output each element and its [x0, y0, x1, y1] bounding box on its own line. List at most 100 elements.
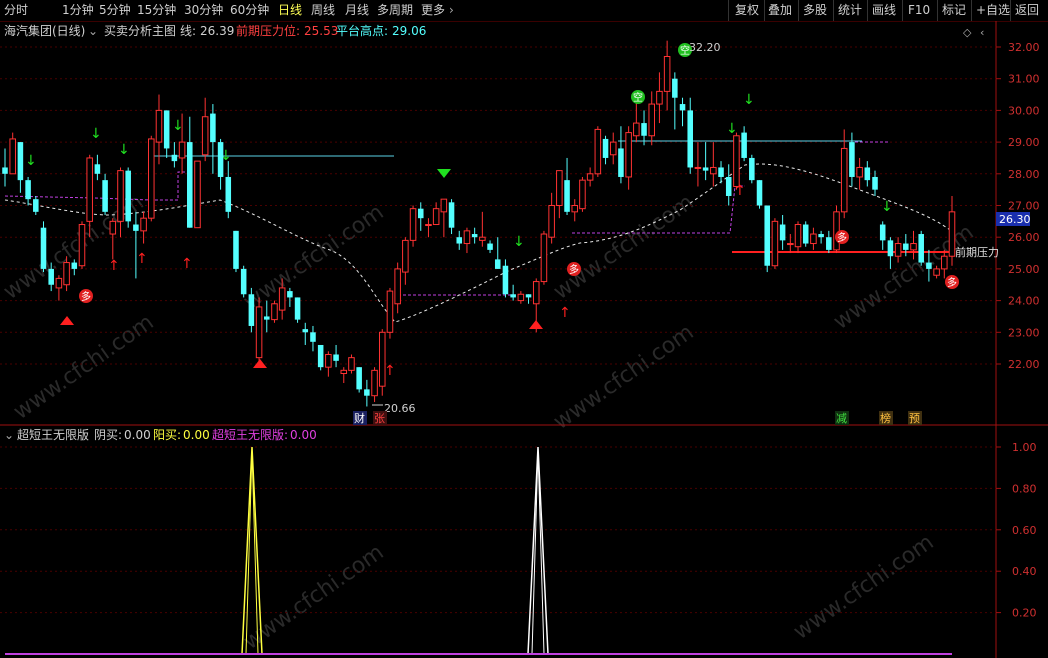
price-tick-label: 30.00 [1008, 104, 1040, 117]
diamond-icon[interactable]: ◇ [963, 26, 972, 39]
candle [155, 94, 163, 165]
candle [802, 221, 809, 247]
price-tick-label: 23.00 [1008, 326, 1040, 339]
candle [733, 132, 740, 190]
price-tick-label: 26.00 [1008, 231, 1040, 244]
candle [833, 205, 840, 254]
signal-markers: ↓ ↓ ↓ ↓ ↓ ↓ ↓ ↓ ↓ ↑ ↑ ↑ ↑ ↑ ↑ 多 多 多 多 空 [25, 43, 959, 379]
candle-body [310, 332, 316, 342]
finance-badge[interactable]: 财 [354, 411, 365, 425]
candle [333, 344, 339, 368]
candle-body [178, 141, 186, 159]
duo-badge-text: 多 [569, 263, 579, 276]
candle-body [471, 234, 478, 238]
candle-body [933, 268, 940, 276]
candle [2, 148, 8, 187]
candle [356, 367, 362, 393]
candle-body [771, 220, 779, 267]
duo-badge: 多 [945, 275, 959, 289]
sub-tick-label: 0.60 [1012, 524, 1037, 537]
down-arrow-icon: ↓ [743, 92, 755, 108]
candle-body [564, 180, 570, 212]
candle-body [255, 306, 263, 359]
down-triangle-icon [437, 169, 451, 178]
candle [463, 227, 471, 254]
candle-body [155, 109, 163, 143]
candle [502, 259, 509, 298]
candle [125, 167, 131, 228]
candle [294, 297, 301, 323]
candle [448, 199, 455, 235]
candle-body [55, 277, 63, 289]
down-arrow-icon: ↓ [513, 234, 525, 250]
candle-body [525, 294, 532, 298]
candle [171, 142, 178, 168]
candle-body [133, 224, 139, 231]
candle-body [571, 205, 579, 213]
kline-chart[interactable]: www.cfchi.com www.cfchi.com www.cfchi.co… [0, 0, 1048, 658]
candle-body [325, 353, 332, 368]
down-arrow-icon: ↓ [172, 118, 184, 134]
candle-body [2, 167, 8, 174]
candle-body [448, 202, 455, 228]
support-dashes [4, 141, 888, 296]
candle [494, 237, 501, 269]
candle [102, 173, 108, 216]
current-price-label: 26.30 [999, 213, 1031, 226]
up-triangle-icon [60, 316, 74, 325]
candle-body [264, 316, 270, 320]
duo-badge: 多 [567, 262, 581, 276]
candle [217, 138, 224, 190]
candle [310, 325, 316, 352]
candle-body [386, 290, 394, 333]
candle-body [302, 329, 309, 333]
candle [302, 322, 309, 345]
candle [579, 176, 586, 212]
candle-body [849, 142, 855, 177]
candle-body [656, 90, 663, 105]
candle-body [510, 294, 516, 298]
candle [818, 230, 824, 244]
price-tick-label: 32.00 [1008, 41, 1040, 54]
candle-body [872, 176, 878, 190]
candle [525, 294, 532, 304]
sub-tick-label: 0.20 [1012, 607, 1037, 620]
candle-body [233, 230, 239, 269]
candle-body [333, 354, 339, 361]
forecast-badge[interactable]: 预 [909, 412, 920, 425]
candle [394, 262, 401, 314]
candle-body [918, 234, 924, 263]
candle [78, 221, 86, 269]
candle-body [887, 240, 894, 257]
chevron-left-icon[interactable]: ‹ [980, 26, 984, 39]
candle [948, 195, 956, 266]
candle [771, 218, 779, 269]
reduce-badge[interactable]: 减 [836, 412, 847, 425]
candle-body [764, 205, 770, 266]
candle-body [618, 148, 624, 177]
candle-body [394, 268, 401, 305]
candle-body [148, 138, 155, 219]
candle [287, 287, 293, 307]
candle [94, 154, 101, 181]
down-arrow-icon: ↓ [118, 142, 130, 158]
candle-body [294, 297, 301, 320]
low-price-label: 20.66 [384, 402, 416, 415]
candle-body [63, 262, 70, 286]
candle [725, 164, 732, 206]
candle-body [71, 262, 78, 269]
kong-badge-text: 空 [633, 91, 643, 104]
candle-body [440, 198, 448, 213]
candle [764, 205, 770, 273]
candle-body [9, 138, 16, 175]
high-price-label: 32.20 [689, 41, 721, 54]
candle-body [140, 217, 147, 232]
candle [556, 170, 563, 219]
candle [40, 221, 47, 273]
rise-badge[interactable]: 张 [374, 412, 385, 425]
ranking-badge[interactable]: 榜 [880, 411, 891, 425]
candle [402, 237, 409, 285]
duo-badge-text: 多 [947, 276, 957, 289]
candle [840, 129, 848, 219]
candle-body [409, 208, 417, 241]
